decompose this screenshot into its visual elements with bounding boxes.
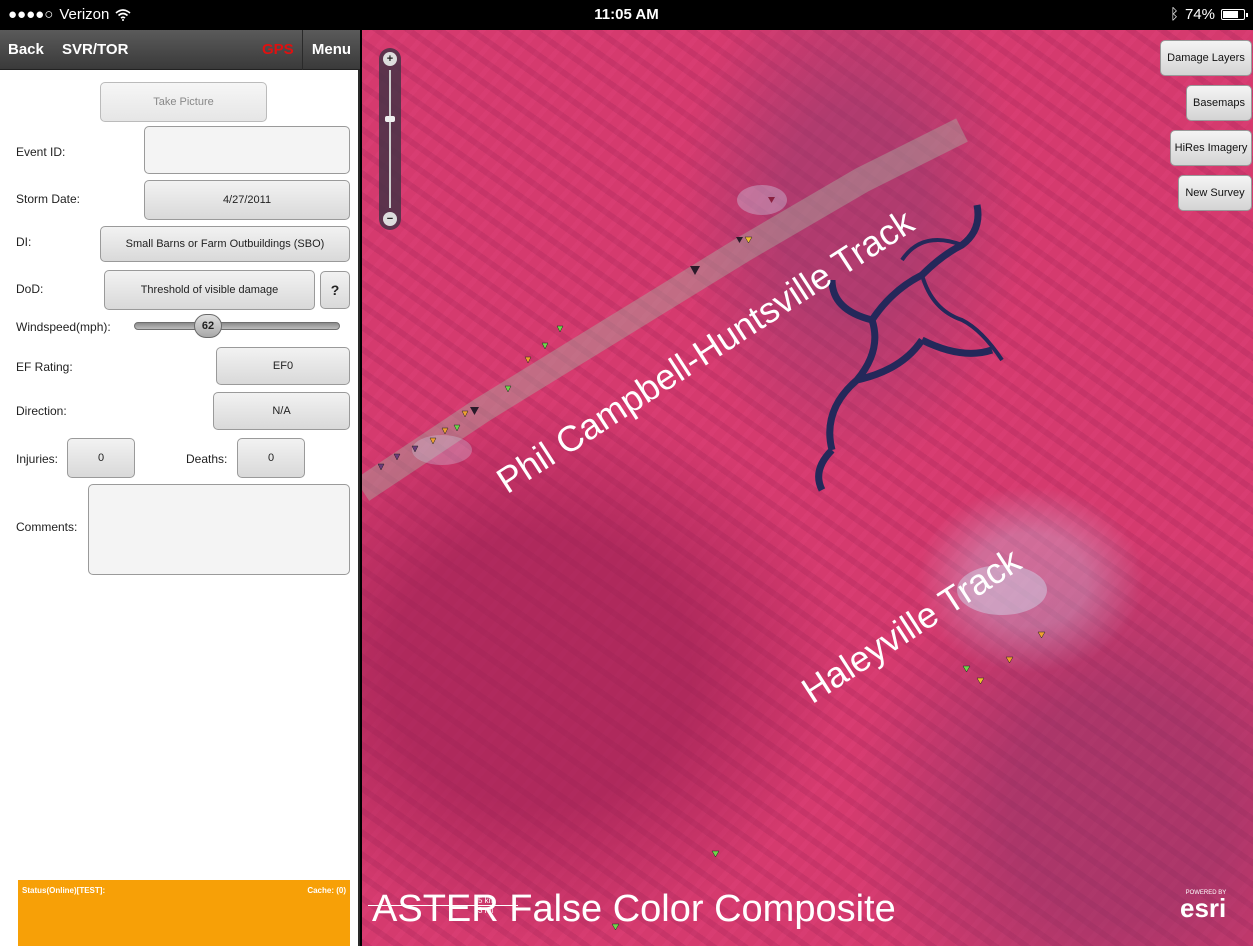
nav-bar: Back SVR/TOR GPS Menu <box>0 30 360 70</box>
gps-button[interactable]: GPS <box>256 30 300 70</box>
survey-marker[interactable] <box>1037 631 1046 639</box>
cache-count: Cache: (0) <box>307 886 346 895</box>
ef-rating-button[interactable]: EF0 <box>216 347 350 385</box>
comments-textarea[interactable] <box>88 484 350 575</box>
map-imagery-overlay <box>362 118 1047 931</box>
injuries-button[interactable]: 0 <box>67 438 135 478</box>
windspeed-slider-knob[interactable]: 62 <box>194 314 222 338</box>
bluetooth-icon: ᛒ <box>1169 6 1179 23</box>
survey-marker[interactable] <box>556 325 564 333</box>
imagery-caption: ASTER False Color Composite <box>372 888 896 930</box>
windspeed-slider[interactable] <box>134 322 340 330</box>
hires-imagery-button[interactable]: HiRes Imagery <box>1170 130 1252 166</box>
survey-marker[interactable] <box>1005 656 1014 664</box>
urban-area <box>737 185 787 215</box>
new-survey-button[interactable]: New Survey <box>1178 175 1252 211</box>
dod-label: DoD: <box>16 282 44 296</box>
basemaps-button[interactable]: Basemaps <box>1186 85 1252 121</box>
survey-form-panel: Back SVR/TOR GPS Menu Take Picture Event… <box>0 30 360 946</box>
take-picture-button[interactable]: Take Picture <box>100 82 267 122</box>
survey-marker[interactable] <box>711 850 720 858</box>
survey-marker[interactable] <box>976 677 985 685</box>
storm-date-label: Storm Date: <box>16 192 81 206</box>
damage-survey-markers[interactable] <box>377 197 1046 931</box>
connection-status: Status(Online)[TEST]: <box>22 886 106 895</box>
storm-date-button[interactable]: 4/27/2011 <box>144 180 350 220</box>
battery-fill <box>1223 11 1238 18</box>
urban-area <box>412 435 472 465</box>
windspeed-label: Windspeed(mph): <box>16 320 111 334</box>
zoom-rail[interactable] <box>389 70 391 208</box>
zoom-handle[interactable] <box>385 116 395 122</box>
esri-brand: esri <box>1180 893 1227 923</box>
status-footer: Status(Online)[TEST]: Cache: (0) <box>18 880 350 946</box>
comments-label: Comments: <box>16 520 78 534</box>
battery-icon <box>1221 9 1248 20</box>
zoom-out-icon[interactable]: − <box>383 212 397 226</box>
menu-button[interactable]: Menu <box>302 30 360 70</box>
deaths-label: Deaths: <box>186 452 228 466</box>
battery-percent: 74% <box>1184 6 1215 23</box>
survey-marker[interactable] <box>524 356 532 364</box>
back-button[interactable]: Back <box>8 30 44 70</box>
injuries-label: Injuries: <box>16 452 59 466</box>
event-id-label: Event ID: <box>16 145 66 159</box>
survey-marker[interactable] <box>541 342 549 350</box>
esri-logo: POWERED BY esri <box>1180 890 1227 923</box>
dod-help-button[interactable]: ? <box>320 271 350 309</box>
nav-title: SVR/TOR <box>62 41 129 58</box>
zoom-slider[interactable]: + − <box>379 48 401 230</box>
zoom-in-icon[interactable]: + <box>383 52 397 66</box>
dod-select-button[interactable]: Threshold of visible damage <box>104 270 315 310</box>
direction-label: Direction: <box>16 404 67 418</box>
ef-rating-label: EF Rating: <box>16 360 73 374</box>
clock: 11:05 AM <box>594 6 659 23</box>
survey-marker[interactable] <box>962 665 971 673</box>
event-id-field[interactable] <box>144 126 350 174</box>
di-select-button[interactable]: Small Barns or Farm Outbuildings (SBO) <box>100 226 350 262</box>
damage-layers-button[interactable]: Damage Layers <box>1160 40 1252 76</box>
ios-status-bar: ●●●●○ Verizon 11:05 AM ᛒ 74% <box>0 0 1253 30</box>
deaths-button[interactable]: 0 <box>237 438 305 478</box>
di-label: DI: <box>16 235 32 249</box>
direction-button[interactable]: N/A <box>213 392 350 430</box>
satellite-map[interactable]: + − Damage Layers Basemaps HiRes Imagery… <box>362 30 1253 946</box>
